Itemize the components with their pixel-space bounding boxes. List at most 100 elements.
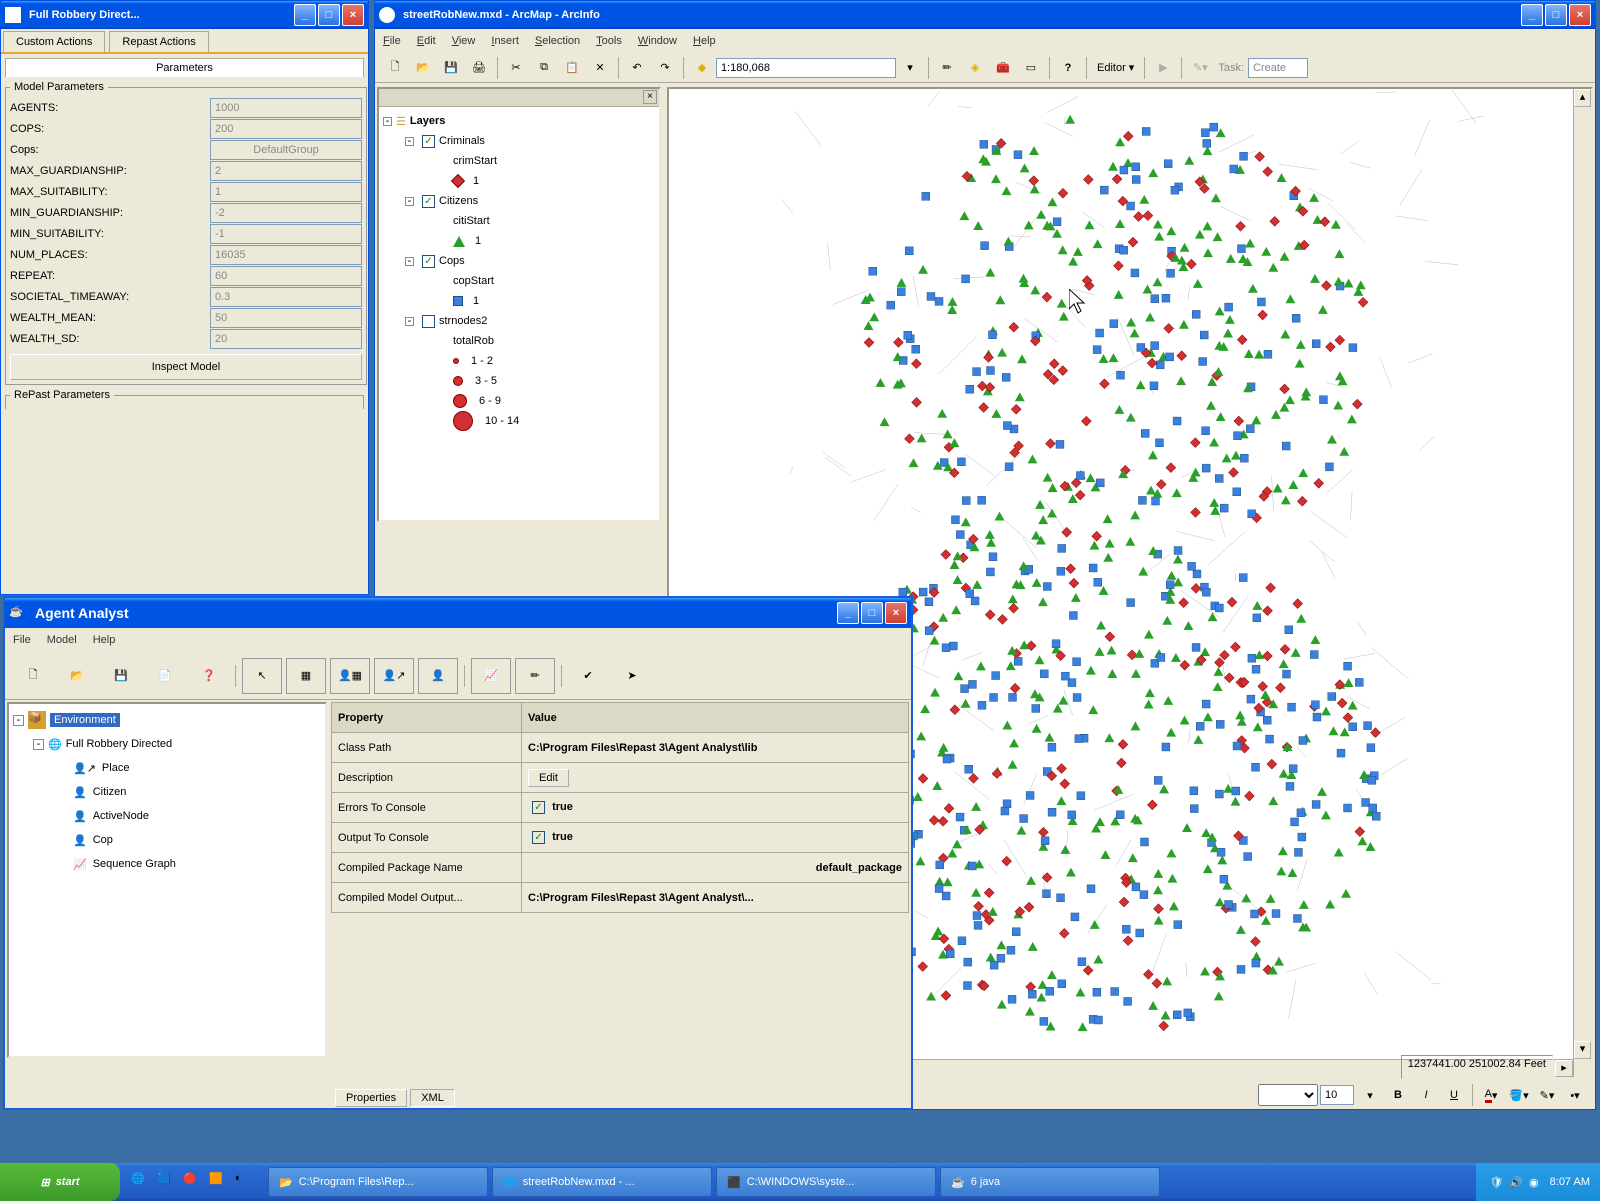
layer-checkbox[interactable]: ✓ — [422, 195, 435, 208]
tab-custom-actions[interactable]: Custom Actions — [3, 31, 105, 52]
tab-parameters[interactable]: Parameters — [5, 58, 364, 77]
fill-color-icon[interactable]: 🪣▾ — [1507, 1083, 1531, 1107]
minimize-button[interactable]: _ — [1521, 4, 1543, 26]
layer-name[interactable]: Criminals — [439, 135, 485, 147]
param-input[interactable] — [210, 266, 362, 286]
param-input[interactable] — [210, 287, 362, 307]
task-input[interactable] — [1248, 58, 1308, 78]
ie-icon[interactable]: 🌐 — [131, 1172, 151, 1192]
start-button[interactable]: ⊞start — [0, 1163, 120, 1201]
param-input[interactable] — [210, 245, 362, 265]
print-icon[interactable]: 🖨 — [467, 56, 491, 80]
tab-repast-actions[interactable]: Repast Actions — [109, 31, 208, 52]
inspect-model-button[interactable]: Inspect Model — [10, 354, 362, 380]
new-icon[interactable]: 🗋 — [383, 56, 407, 80]
tree-node[interactable]: Sequence Graph — [93, 858, 176, 870]
tray-icon[interactable]: 🔊 — [1509, 1176, 1523, 1189]
clock[interactable]: 8:07 AM — [1550, 1176, 1590, 1188]
model-tree[interactable]: - 📦 Environment - 🌐 Full Robbery Directe… — [7, 702, 327, 1058]
agent-titlebar[interactable]: ☕ Agent Analyst _ □ × — [5, 598, 911, 628]
desktop-icon[interactable]: 🟧 — [209, 1172, 229, 1192]
robbery-titlebar[interactable]: Full Robbery Direct... _ □ × — [1, 1, 368, 29]
param-input[interactable] — [210, 329, 362, 349]
gis-agent-icon[interactable]: 👤▦ — [330, 658, 370, 694]
vertical-scrollbar[interactable]: ▴ ▾ — [1573, 89, 1591, 1077]
help-icon[interactable]: ? — [1056, 56, 1080, 80]
toc-close-icon[interactable]: × — [643, 90, 657, 104]
save-icon[interactable]: 💾 — [439, 56, 463, 80]
ie2-icon[interactable]: 🟦 — [157, 1172, 177, 1192]
scale-dropdown-icon[interactable]: ▾ — [898, 56, 922, 80]
param-input[interactable] — [210, 140, 362, 160]
export-icon[interactable]: 📄 — [145, 658, 185, 694]
toc-body[interactable]: -☰Layers-✓Criminals crimStart1-✓Citizens… — [379, 107, 659, 522]
layer-checkbox[interactable]: ✓ — [422, 255, 435, 268]
menu-help[interactable]: Help — [685, 35, 724, 47]
edit-icon[interactable]: ✏ — [515, 658, 555, 694]
add-data-icon[interactable]: ◆ — [690, 56, 714, 80]
prop-checkbox[interactable]: ✓ — [532, 831, 545, 844]
menu-tools[interactable]: Tools — [588, 35, 630, 47]
toolbox-icon[interactable]: 🧰 — [991, 56, 1015, 80]
font-size-input[interactable] — [1320, 1085, 1354, 1105]
italic-icon[interactable]: I — [1414, 1083, 1438, 1107]
maximize-button[interactable]: □ — [318, 4, 340, 26]
grid-agent-icon[interactable]: ▦ — [286, 658, 326, 694]
collapse-icon[interactable]: - — [13, 715, 24, 726]
marker-color-icon[interactable]: •▾ — [1563, 1083, 1587, 1107]
run-icon[interactable]: ✔ — [568, 658, 608, 694]
taskbar-button[interactable]: 🌐streetRobNew.mxd - ... — [492, 1167, 712, 1197]
network-agent-icon[interactable]: 👤↗ — [374, 658, 414, 694]
prop-value[interactable]: Edit — [522, 763, 909, 793]
undo-icon[interactable]: ↶ — [625, 56, 649, 80]
taskbar-button[interactable]: ⬛C:\WINDOWS\syste... — [716, 1167, 936, 1197]
sketch-tool-icon[interactable]: ✎▾ — [1188, 56, 1212, 80]
layer-name[interactable]: strnodes2 — [439, 315, 487, 327]
font-select[interactable] — [1258, 1084, 1318, 1106]
collapse-icon[interactable]: - — [33, 739, 44, 750]
redo-icon[interactable]: ↷ — [653, 56, 677, 80]
agent-icon[interactable]: 👤 — [418, 658, 458, 694]
maximize-button[interactable]: □ — [861, 602, 883, 624]
model-node[interactable]: Full Robbery Directed — [66, 738, 172, 750]
command-line-icon[interactable]: ▭ — [1019, 56, 1043, 80]
param-input[interactable] — [210, 182, 362, 202]
tree-node[interactable]: Citizen — [93, 786, 127, 798]
taskbar-button[interactable]: ☕6 java — [940, 1167, 1160, 1197]
tree-node[interactable]: ActiveNode — [93, 810, 149, 822]
paste-icon[interactable]: 📋 — [560, 56, 584, 80]
scale-input[interactable] — [716, 58, 896, 78]
prop-value[interactable]: C:\Program Files\Repast 3\Agent Analyst\… — [522, 883, 909, 913]
tray-icon[interactable]: 🛡 — [1489, 1176, 1503, 1189]
close-button[interactable]: × — [342, 4, 364, 26]
close-button[interactable]: × — [1569, 4, 1591, 26]
prop-value[interactable]: ✓ true — [522, 823, 909, 853]
copy-icon[interactable]: ⧉ — [532, 56, 556, 80]
layer-name[interactable]: Cops — [439, 255, 465, 267]
param-input[interactable] — [210, 119, 362, 139]
arcmap-titlebar[interactable]: streetRobNew.mxd - ArcMap - ArcInfo _ □ … — [375, 1, 1595, 29]
media-icon[interactable]: 🔴 — [183, 1172, 203, 1192]
tab-properties[interactable]: Properties — [335, 1089, 407, 1107]
tree-node[interactable]: Cop — [93, 834, 113, 846]
minimize-button[interactable]: _ — [837, 602, 859, 624]
param-input[interactable] — [210, 98, 362, 118]
select-tool-icon[interactable]: ↖ — [242, 658, 282, 694]
chart-icon[interactable]: 📈 — [471, 658, 511, 694]
layers-root[interactable]: Layers — [410, 115, 445, 127]
prop-checkbox[interactable]: ✓ — [532, 801, 545, 814]
delete-icon[interactable]: ✕ — [588, 56, 612, 80]
prop-value[interactable]: ✓ true — [522, 793, 909, 823]
save-model-icon[interactable]: 💾 — [101, 658, 141, 694]
font-color-icon[interactable]: A▾ — [1479, 1083, 1503, 1107]
editor-toolbar-icon[interactable]: ✏ — [935, 56, 959, 80]
compile-icon[interactable]: ➤ — [612, 658, 652, 694]
menu-file[interactable]: File — [375, 35, 409, 47]
param-input[interactable] — [210, 203, 362, 223]
prop-value[interactable]: default_package — [522, 853, 909, 883]
catalog-icon[interactable]: ◈ — [963, 56, 987, 80]
tray-icon[interactable]: ◉ — [1529, 1176, 1539, 1189]
menu-selection[interactable]: Selection — [527, 35, 588, 47]
edit-button[interactable]: Edit — [528, 769, 569, 787]
layer-checkbox[interactable] — [422, 315, 435, 328]
